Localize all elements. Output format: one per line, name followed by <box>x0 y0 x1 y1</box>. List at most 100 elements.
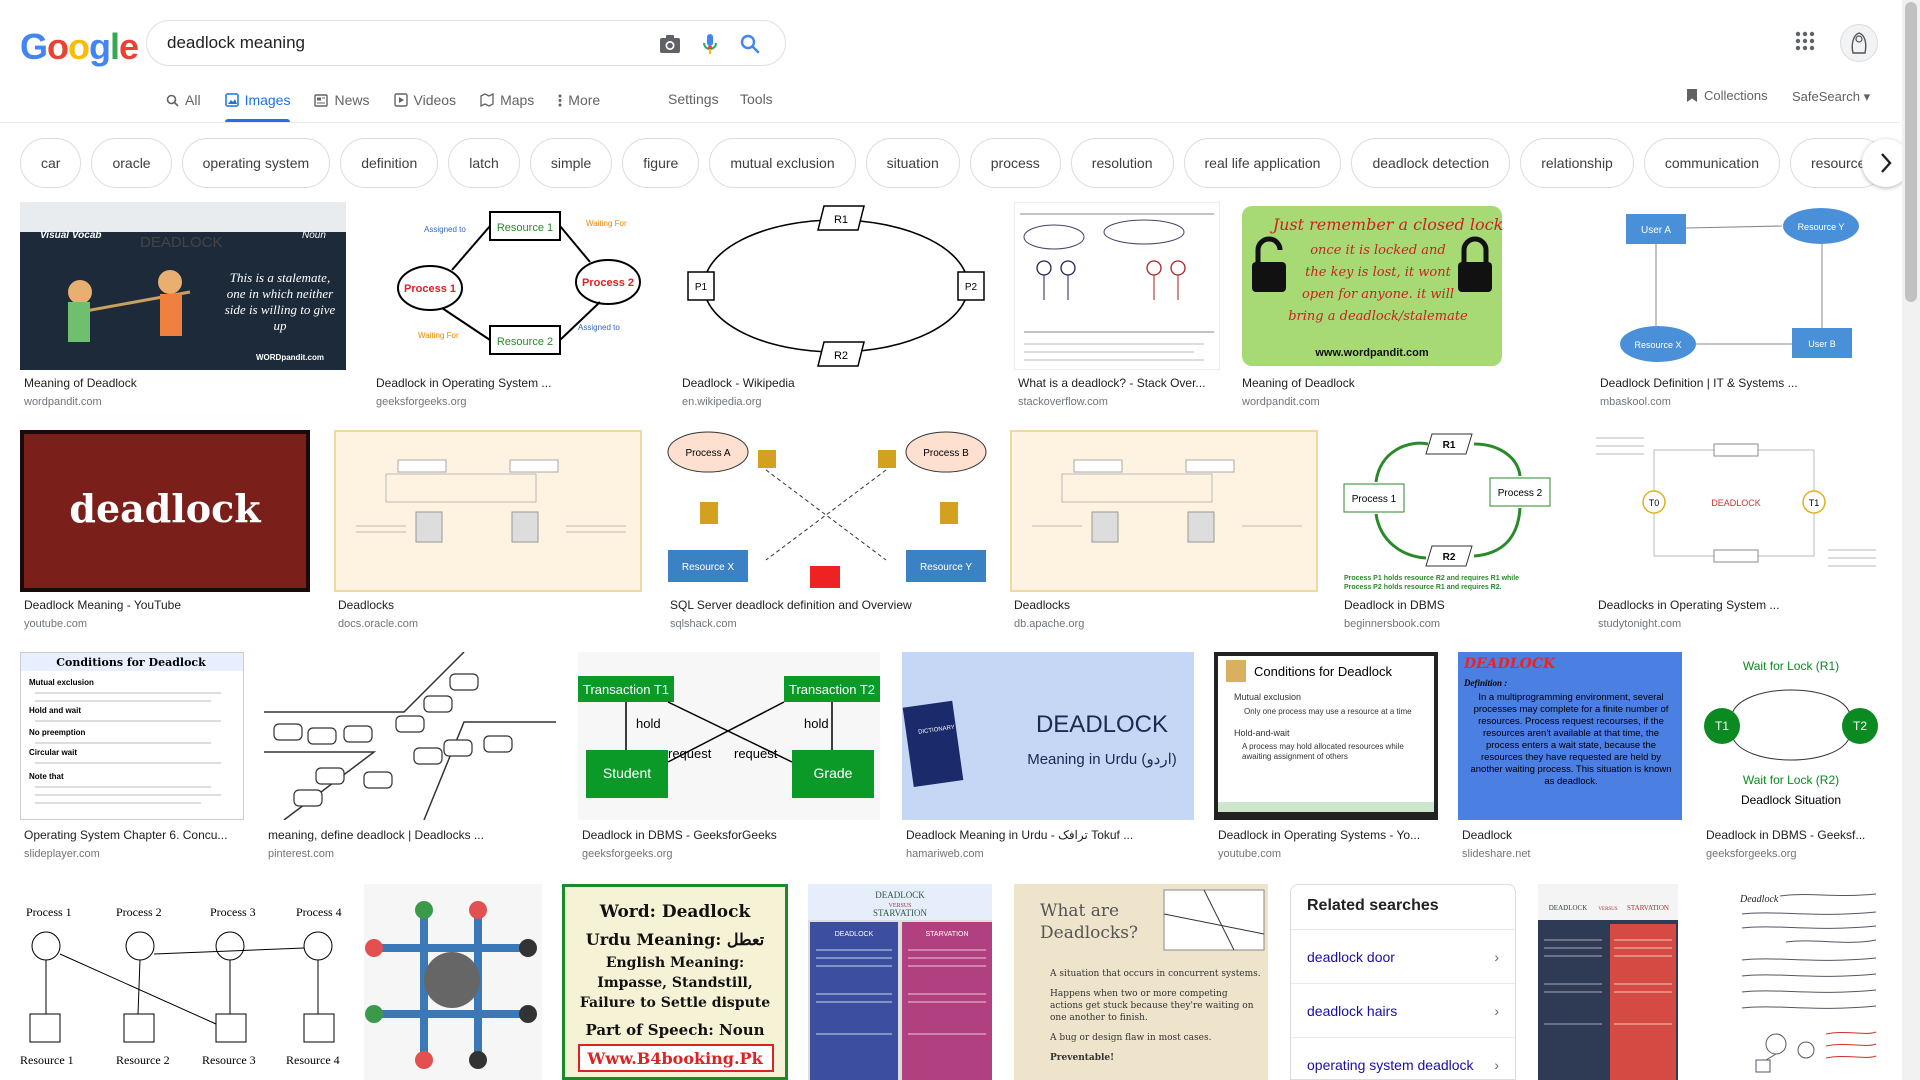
image-result[interactable]: T0 T1 DEADLOCK Deadlocks in Operating Sy… <box>1594 430 1880 640</box>
collections-button[interactable]: Collections <box>1686 88 1768 103</box>
image-result[interactable]: What are Deadlocks? A situation that occ… <box>1014 884 1270 1080</box>
search-icon[interactable] <box>737 31 763 57</box>
tab-news[interactable]: News <box>314 88 381 122</box>
image-result[interactable]: DICTIONARY DEADLOCK Meaning in Urdu (ارد… <box>902 652 1194 872</box>
thumb-text: request <box>668 746 712 761</box>
result-thumbnail: Deadlock <box>1736 884 1880 1080</box>
image-result[interactable]: DEADLOCK VERSUS STARVATION DEADLOCK STAR… <box>808 884 994 1080</box>
related-search-item[interactable]: deadlock door › <box>1291 929 1515 983</box>
microphone-icon[interactable] <box>697 31 723 57</box>
result-thumbnail: Conditions for Deadlock Mutual exclusion… <box>20 652 244 820</box>
filter-chip[interactable]: situation <box>865 138 960 188</box>
news-icon <box>314 93 329 107</box>
tab-label: Images <box>244 92 291 108</box>
image-result[interactable]: Process 1 Process 2 Process 3 Process 4 … <box>20 884 346 1080</box>
image-result[interactable]: Wait for Lock (R1) Wait for Lock (R2) De… <box>1702 652 1882 872</box>
filter-chip[interactable]: latch <box>448 138 520 188</box>
image-result[interactable]: Deadlock <box>1736 884 1882 1080</box>
image-result[interactable] <box>364 884 544 1080</box>
thumb-text: hold <box>804 716 829 731</box>
filter-chip[interactable]: operating system <box>181 138 331 188</box>
apps-grid-icon[interactable] <box>1794 30 1820 56</box>
image-result[interactable]: Just remember a closed lock once it is l… <box>1238 202 1508 412</box>
filter-chip[interactable]: mutual exclusion <box>709 138 856 188</box>
image-result[interactable]: Visual Vocab DEADLOCK Noun This is a sta… <box>20 202 350 412</box>
image-result[interactable]: meaning, define deadlock | Deadlocks ...… <box>264 652 558 872</box>
thumb-text: In a multiprogramming environment, sever… <box>1470 692 1672 787</box>
image-result[interactable]: Process A Process B Resource X Resource … <box>666 430 990 640</box>
thumb-text: Process 3 <box>210 905 256 919</box>
thumb-text: hold <box>636 716 661 731</box>
thumb-text: R2 <box>1443 552 1456 563</box>
related-search-label: deadlock door <box>1307 948 1395 965</box>
google-logo[interactable]: Google <box>20 26 139 68</box>
account-avatar[interactable] <box>1840 24 1878 62</box>
image-result[interactable]: Transaction T1 Transaction T2 Student Gr… <box>578 652 882 872</box>
image-result[interactable]: Deadlocks docs.oracle.com <box>334 430 644 640</box>
result-thumbnail: R1 R2 P1 P2 <box>678 202 994 370</box>
tab-more[interactable]: More <box>558 88 612 122</box>
image-result[interactable]: What is a deadlock? - Stack Over... stac… <box>1014 202 1220 412</box>
image-result[interactable]: Conditions for Deadlock Mutual exclusion… <box>1214 652 1440 872</box>
settings-link[interactable]: Settings <box>668 88 719 114</box>
search-input[interactable] <box>167 30 607 56</box>
filter-chip[interactable]: simple <box>529 138 613 188</box>
thumb-text: Definition : <box>1463 678 1507 688</box>
image-result[interactable]: Word: Deadlock Urdu Meaning: تعطل Part o… <box>562 884 790 1080</box>
image-result[interactable]: Resource 1 Resource 2 Process 1 Process … <box>372 202 660 412</box>
related-search-item[interactable]: operating system deadlock › <box>1291 1037 1515 1080</box>
result-site: beginnersbook.com <box>1344 618 1441 630</box>
thumb-text: Mutual exclusion <box>1234 692 1301 702</box>
result-thumbnail: Transaction T1 Transaction T2 Student Gr… <box>578 652 880 820</box>
filter-chip[interactable]: figure <box>622 138 700 188</box>
tab-label: More <box>568 92 601 108</box>
image-result[interactable]: Conditions for Deadlock Mutual exclusion… <box>20 652 246 872</box>
filter-chip[interactable]: process <box>969 138 1061 188</box>
image-result[interactable]: deadlock Deadlock Meaning - YouTube yout… <box>20 430 314 640</box>
result-site: youtube.com <box>1218 848 1281 860</box>
scrollbar-thumb[interactable] <box>1905 2 1917 302</box>
camera-icon[interactable] <box>657 31 683 57</box>
related-search-item[interactable]: deadlock hairs › <box>1291 983 1515 1037</box>
image-result[interactable]: DEADLOCK Definition : In a multiprogramm… <box>1458 652 1684 872</box>
result-site: docs.oracle.com <box>338 618 419 630</box>
filter-chip[interactable]: communication <box>1643 138 1780 188</box>
filter-chip[interactable]: car <box>20 138 82 188</box>
thumb-text: Preventable! <box>1050 1053 1115 1063</box>
header-divider <box>0 122 1900 123</box>
tab-videos[interactable]: Videos <box>393 88 469 122</box>
image-result[interactable]: User A Resource Y Resource X User B Dead… <box>1596 202 1880 412</box>
tab-maps[interactable]: Maps <box>480 88 546 122</box>
filter-chip[interactable]: definition <box>340 138 439 188</box>
filter-chip[interactable]: resolution <box>1070 138 1174 188</box>
thumb-text: Just remember a closed lock <box>1270 215 1504 234</box>
result-site: mbaskool.com <box>1600 396 1671 408</box>
result-title: Deadlock in Operating System ... <box>376 376 552 390</box>
filter-chip[interactable]: oracle <box>91 138 172 188</box>
filter-chip[interactable]: real life application <box>1183 138 1342 188</box>
related-searches-title: Related searches <box>1307 897 1439 914</box>
tools-link[interactable]: Tools <box>740 88 773 114</box>
result-site: wordpandit.com <box>1242 396 1320 408</box>
thumb-text: Resource 1 <box>497 222 553 234</box>
filter-chip[interactable]: relationship <box>1520 138 1634 188</box>
tab-images[interactable]: Images <box>224 88 303 122</box>
result-site: geeksforgeeks.org <box>582 848 673 860</box>
image-result[interactable]: R1 R2 Process 1 Process 2 Process P1 hol… <box>1340 430 1576 640</box>
image-result[interactable]: DEADLOCK VERSUS STARVATION <box>1538 884 1680 1080</box>
thumb-text: User B <box>1808 339 1836 349</box>
thumb-text: Resource 2 <box>116 1053 170 1067</box>
result-title: Deadlock Meaning in Urdu - ترافک Tokuf .… <box>906 828 1134 842</box>
result-site: geeksforgeeks.org <box>376 396 467 408</box>
thumb-text: Visual Vocab <box>40 230 102 241</box>
result-title: What is a deadlock? - Stack Over... <box>1018 376 1206 390</box>
thumb-text: Circular wait <box>29 748 77 757</box>
thumb-text: Conditions for Deadlock <box>56 656 206 669</box>
image-result[interactable]: Deadlocks db.apache.org <box>1010 430 1320 640</box>
image-result[interactable]: R1 R2 P1 P2 Deadlock - Wikipedia en.wiki… <box>678 202 994 412</box>
thumb-text: Resource X <box>682 562 735 573</box>
safesearch-dropdown[interactable]: SafeSearch ▾ <box>1792 89 1870 105</box>
filter-chip[interactable]: deadlock detection <box>1351 138 1511 188</box>
thumb-text: Deadlock <box>1739 894 1779 905</box>
tab-all[interactable]: All <box>166 88 213 122</box>
